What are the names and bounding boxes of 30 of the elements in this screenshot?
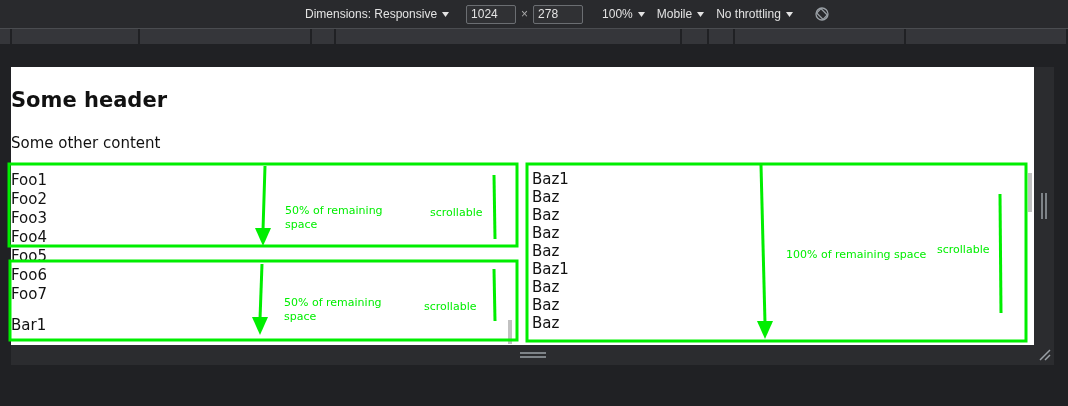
times-sign: ×: [521, 7, 529, 21]
device-dropdown[interactable]: Mobile: [656, 7, 705, 21]
list-item: Baz: [532, 224, 560, 242]
list-item: Baz: [532, 296, 560, 314]
list-item: Baz: [532, 242, 560, 260]
list-item: Baz: [532, 314, 560, 332]
annotation-label: 50% of remaining space: [285, 204, 384, 232]
annotation-label: scrollable: [424, 300, 477, 314]
list-item: Baz: [532, 278, 560, 296]
list-item: Bar1: [11, 316, 47, 334]
list-item: Foo4: [11, 228, 47, 247]
list-item: Baz: [532, 206, 560, 224]
list-item: Baz1: [532, 170, 569, 188]
page-header: Some header: [11, 88, 168, 112]
page-paragraph: Some other content: [11, 133, 162, 153]
list-item: Foo7: [11, 285, 47, 304]
width-field[interactable]: 1024: [466, 4, 517, 24]
height-field[interactable]: 278: [533, 4, 584, 24]
list-item: Baz: [532, 188, 560, 206]
list-item: Foo1: [11, 171, 47, 190]
annotation-label: 50% of remaining space: [284, 296, 383, 324]
dimensions-dropdown[interactable]: Dimensions: Responsive: [305, 7, 450, 21]
throttling-dropdown[interactable]: No throttling: [716, 7, 793, 21]
list-item: Foo2: [11, 190, 47, 209]
annotation-label: scrollable: [430, 206, 483, 220]
list-item: Foo6: [11, 266, 47, 285]
annotation-label: scrollable: [937, 243, 990, 257]
zoom-dropdown[interactable]: 100%: [602, 7, 645, 21]
list-item: Baz1: [532, 260, 569, 278]
list-item: Foo3: [11, 209, 47, 228]
